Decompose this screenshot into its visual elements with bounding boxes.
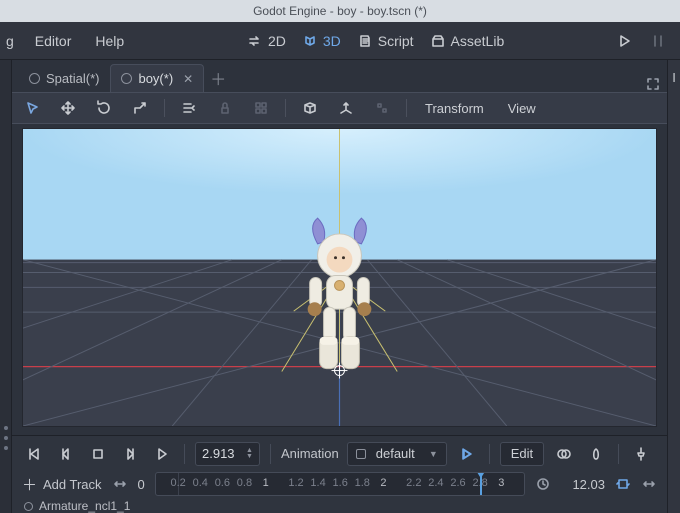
timeline-start: 0 [138,477,145,492]
onion-icon[interactable] [584,442,608,466]
list-select-icon[interactable] [177,96,201,120]
script-icon [357,33,373,49]
play-forward-icon[interactable] [150,442,174,466]
node-ring-icon [24,502,33,511]
loop-icon[interactable] [615,476,631,492]
menu-help[interactable]: Help [84,29,135,53]
assetlib-button[interactable]: AssetLib [430,33,505,49]
assetlib-icon [430,33,446,49]
plus-icon: ＋ [22,474,37,495]
play-back-start-icon[interactable] [22,442,46,466]
hresize2-icon[interactable] [641,476,657,492]
animation-panel: ▲▼ Animation default ▼ Edit ＋ [12,435,667,513]
rotate-tool[interactable] [92,96,116,120]
swap-3d-icon [302,33,318,49]
step-back-icon[interactable] [54,442,78,466]
menu-g[interactable]: g [4,29,22,53]
anim-dd-icon [356,449,366,459]
node-ring-icon [29,73,40,84]
cube-icon[interactable] [298,96,322,120]
local-space-icon[interactable] [334,96,358,120]
animation-selected-label: default [376,446,415,461]
add-tab-button[interactable]: ＋ [204,64,232,92]
assetlib-label: AssetLib [451,33,505,49]
tab-spatial[interactable]: Spatial(*) [18,64,110,92]
mode-3d-label: 3D [323,33,341,49]
timeline[interactable]: 0.2 0.4 0.6 0.8 1 1.2 1.4 1.6 1.8 2 2.2 … [155,472,525,496]
node-ring-icon [121,73,132,84]
mode-2d-button[interactable]: 2D [247,33,286,49]
scene-tabs: Spatial(*) boy(*) ✕ ＋ [12,60,667,92]
pin-icon[interactable] [629,442,653,466]
swap-icon [247,33,263,49]
tab-boy-label: boy(*) [138,71,173,86]
script-label: Script [378,33,414,49]
step-forward-icon[interactable] [118,442,142,466]
clock-icon[interactable] [535,476,551,492]
chevron-down-icon: ▼ [429,449,438,459]
window-title-text: Godot Engine - boy - boy.tscn (*) [253,4,427,18]
tab-boy[interactable]: boy(*) ✕ [110,64,204,92]
blend-icon[interactable] [552,442,576,466]
left-dock-collapsed[interactable] [0,60,12,513]
distraction-free-icon[interactable] [639,76,667,92]
animation-menu[interactable]: Animation [281,446,339,461]
group-icon[interactable] [249,96,273,120]
view-menu[interactable]: View [502,101,542,116]
armature-label: Armature_ncl1_1 [39,499,130,513]
inspector-initial: I [672,70,676,85]
animation-dropdown[interactable]: default ▼ [347,442,447,466]
spinner-icon[interactable]: ▲▼ [246,448,253,460]
timeline-end: 12.03 [561,477,605,492]
close-icon[interactable]: ✕ [183,72,193,86]
add-track-button[interactable]: ＋ Add Track [22,474,102,495]
menu-editor[interactable]: Editor [24,29,83,53]
edit-button[interactable]: Edit [500,442,544,466]
viewport-grid [23,129,656,426]
hresize-icon[interactable] [112,476,128,492]
pause-icon[interactable] [650,33,666,49]
tab-spatial-label: Spatial(*) [46,71,99,86]
move-tool[interactable] [56,96,80,120]
right-dock-collapsed[interactable]: I [667,60,680,513]
track-row-armature[interactable]: Armature_ncl1_1 [22,499,657,513]
workspace-switcher: 2D 3D Script AssetLib [247,33,504,49]
window-title: Godot Engine - boy - boy.tscn (*) [0,0,680,22]
viewport-toolbar: Transform View [12,92,667,124]
run-controls [616,33,666,49]
time-input[interactable] [202,446,242,461]
select-tool[interactable] [20,96,44,120]
stop-icon[interactable] [86,442,110,466]
menu-bar: g Editor Help 2D 3D Script AssetLib [0,22,680,60]
scale-tool[interactable] [128,96,152,120]
script-button[interactable]: Script [357,33,414,49]
3d-viewport[interactable]: Perspective [22,128,657,427]
lock-icon[interactable] [213,96,237,120]
transform-menu[interactable]: Transform [419,101,490,116]
snap-icon[interactable] [370,96,394,120]
mode-3d-button[interactable]: 3D [302,33,341,49]
time-field[interactable]: ▲▼ [195,442,260,466]
play-icon[interactable] [616,33,632,49]
add-track-label: Add Track [43,477,102,492]
mode-2d-label: 2D [268,33,286,49]
autoplay-icon[interactable] [455,442,479,466]
